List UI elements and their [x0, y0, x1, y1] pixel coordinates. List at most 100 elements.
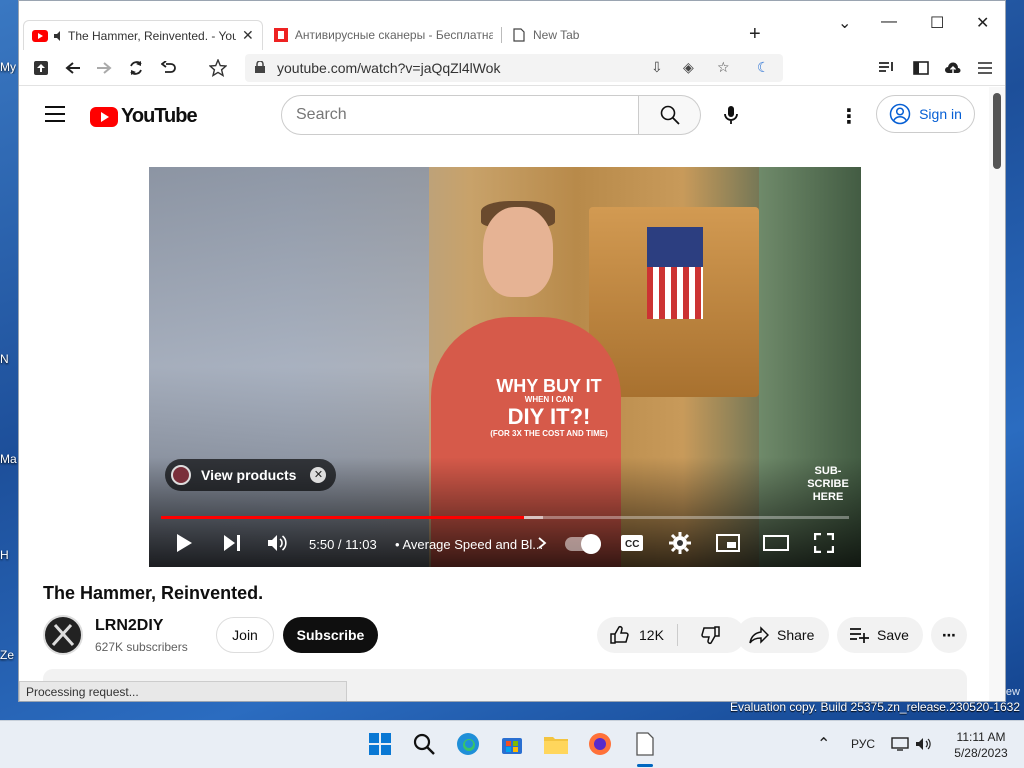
youtube-play-icon — [90, 106, 118, 127]
forward-icon[interactable] — [94, 58, 114, 78]
address-bar[interactable]: youtube.com/watch?v=jaQqZl4lWok ⇩ ◈ ☆ ☾ — [245, 54, 783, 82]
desktop-label-1[interactable]: My — [0, 60, 18, 74]
desktop-label-4[interactable]: H — [0, 548, 18, 562]
chapter-title[interactable]: • Average Speed and Bl... — [395, 537, 543, 552]
language-indicator[interactable]: РУС — [851, 737, 875, 751]
more-horizontal-icon: ⋯ — [942, 626, 956, 643]
dislike-button[interactable] — [678, 625, 744, 645]
progress-bar[interactable] — [161, 516, 849, 519]
time-display: 5:50 / 11:03 — [309, 537, 377, 552]
tab-list-dropdown-icon[interactable]: ⌄ — [838, 13, 851, 33]
tab-new[interactable]: New Tab — [503, 20, 739, 50]
media-list-icon[interactable] — [877, 58, 897, 78]
youtube-logo[interactable]: YouTube — [90, 105, 198, 128]
like-button[interactable]: 12K — [597, 625, 677, 645]
progress-played — [161, 516, 524, 519]
new-tab-button[interactable]: + — [749, 23, 761, 46]
desktop-label-5[interactable]: Ze — [0, 648, 18, 662]
captions-icon[interactable]: CC — [619, 531, 645, 555]
url-text[interactable]: youtube.com/watch?v=jaQqZl4lWok — [277, 60, 500, 76]
channel-avatar[interactable] — [43, 615, 83, 655]
file-explorer-icon[interactable] — [543, 731, 569, 757]
store-icon[interactable] — [499, 731, 525, 757]
autoplay-toggle[interactable] — [565, 534, 601, 554]
hamburger-menu-icon[interactable] — [45, 106, 65, 122]
shirt-line-1: WHY BUY IT — [496, 376, 602, 396]
settings-gear-icon[interactable] — [667, 531, 693, 555]
tab-title: New Tab — [533, 28, 580, 42]
view-products-chip[interactable]: View products ✕ — [165, 459, 337, 491]
youtube-page: YouTube Search ⋮ Sign in WHY BUY IT WHEN… — [19, 87, 991, 701]
download-icon[interactable]: ⇩ — [651, 59, 663, 76]
video-frame-flag — [647, 227, 703, 319]
more-options-icon[interactable]: ⋮ — [839, 104, 859, 129]
chevron-up-icon[interactable]: ⌃ — [817, 734, 830, 754]
chevron-right-icon[interactable] — [529, 531, 555, 555]
volume-icon[interactable] — [265, 531, 291, 555]
edge-browser-icon[interactable] — [455, 731, 481, 757]
fullscreen-icon[interactable] — [811, 531, 837, 555]
subscribe-here-overlay[interactable]: SUB- SCRIBE HERE — [803, 465, 853, 504]
youtube-header: YouTube Search ⋮ Sign in — [19, 87, 991, 143]
desktop-label-2[interactable]: N — [0, 352, 18, 366]
menu-icon[interactable] — [975, 58, 995, 78]
speaker-icon[interactable] — [915, 737, 933, 754]
firefox-icon[interactable] — [587, 731, 613, 757]
join-button[interactable]: Join — [216, 617, 274, 653]
save-label: Save — [877, 627, 909, 643]
account-icon — [889, 103, 911, 125]
next-icon[interactable] — [219, 531, 245, 555]
sign-in-button[interactable]: Sign in — [876, 95, 975, 133]
page-scrollbar[interactable] — [989, 87, 1005, 701]
reload-icon[interactable] — [126, 58, 146, 78]
windows-start-icon[interactable] — [367, 731, 393, 757]
tab-youtube[interactable]: The Hammer, Reinvented. - You ✕ — [23, 20, 263, 50]
clock[interactable]: 11:11 AM 5/28/2023 — [948, 729, 1014, 761]
speaker-icon[interactable] — [54, 29, 64, 43]
cloud-upload-icon[interactable] — [943, 58, 963, 78]
channel-name[interactable]: LRN2DIY — [95, 617, 163, 635]
youtube-icon — [32, 29, 48, 43]
maximize-button[interactable]: ☐ — [930, 13, 944, 33]
save-button[interactable]: Save — [837, 617, 923, 653]
search-input[interactable]: Search — [281, 95, 639, 135]
save-playlist-icon — [850, 628, 869, 643]
desktop-label-3[interactable]: Ma — [0, 452, 18, 466]
bookmark-star-icon[interactable] — [208, 58, 228, 78]
evaluation-watermark: Evaluation copy. Build 25375.zn_release.… — [730, 700, 1020, 714]
back-icon[interactable] — [63, 58, 83, 78]
lock-icon — [255, 61, 265, 73]
subscriber-count: 627K subscribers — [95, 640, 188, 654]
minimize-button[interactable]: — — [881, 13, 897, 31]
more-actions-button[interactable]: ⋯ — [931, 617, 967, 653]
layers-icon[interactable]: ◈ — [683, 59, 694, 76]
close-tab-icon[interactable]: ✕ — [242, 27, 254, 44]
search-icon[interactable] — [411, 731, 437, 757]
undo-icon[interactable] — [159, 58, 179, 78]
dark-mode-icon[interactable]: ☾ — [757, 59, 770, 76]
like-count: 12K — [639, 627, 664, 643]
thumbs-down-icon — [701, 626, 720, 645]
close-icon[interactable]: ✕ — [310, 467, 327, 483]
microphone-icon[interactable] — [719, 103, 743, 127]
scrollbar-thumb[interactable] — [993, 93, 1001, 169]
sidebar-toggle-icon[interactable] — [911, 58, 931, 78]
browser-toolbar: youtube.com/watch?v=jaQqZl4lWok ⇩ ◈ ☆ ☾ — [19, 50, 1005, 86]
search-icon — [660, 105, 680, 125]
theater-mode-icon[interactable] — [763, 531, 789, 555]
share-button[interactable]: Share — [737, 617, 829, 653]
play-icon[interactable] — [171, 531, 197, 555]
page-icon — [511, 28, 527, 42]
close-window-button[interactable]: ✕ — [976, 13, 989, 33]
shirt-line-3: DIY IT?! — [507, 404, 591, 429]
document-app-icon[interactable] — [632, 731, 658, 757]
tab-antivirus[interactable]: Антивирусные сканеры - Бесплатная — [265, 20, 501, 50]
display-icon[interactable] — [891, 737, 909, 754]
miniplayer-icon[interactable] — [715, 531, 741, 555]
video-player[interactable]: WHY BUY IT WHEN I CAN DIY IT?! (FOR 3X T… — [149, 167, 861, 567]
view-products-label: View products — [201, 467, 297, 483]
subscribe-button[interactable]: Subscribe — [283, 617, 378, 653]
search-button[interactable] — [639, 95, 701, 135]
star-icon[interactable]: ☆ — [717, 59, 730, 76]
sidebar-panel-icon[interactable] — [31, 58, 51, 78]
